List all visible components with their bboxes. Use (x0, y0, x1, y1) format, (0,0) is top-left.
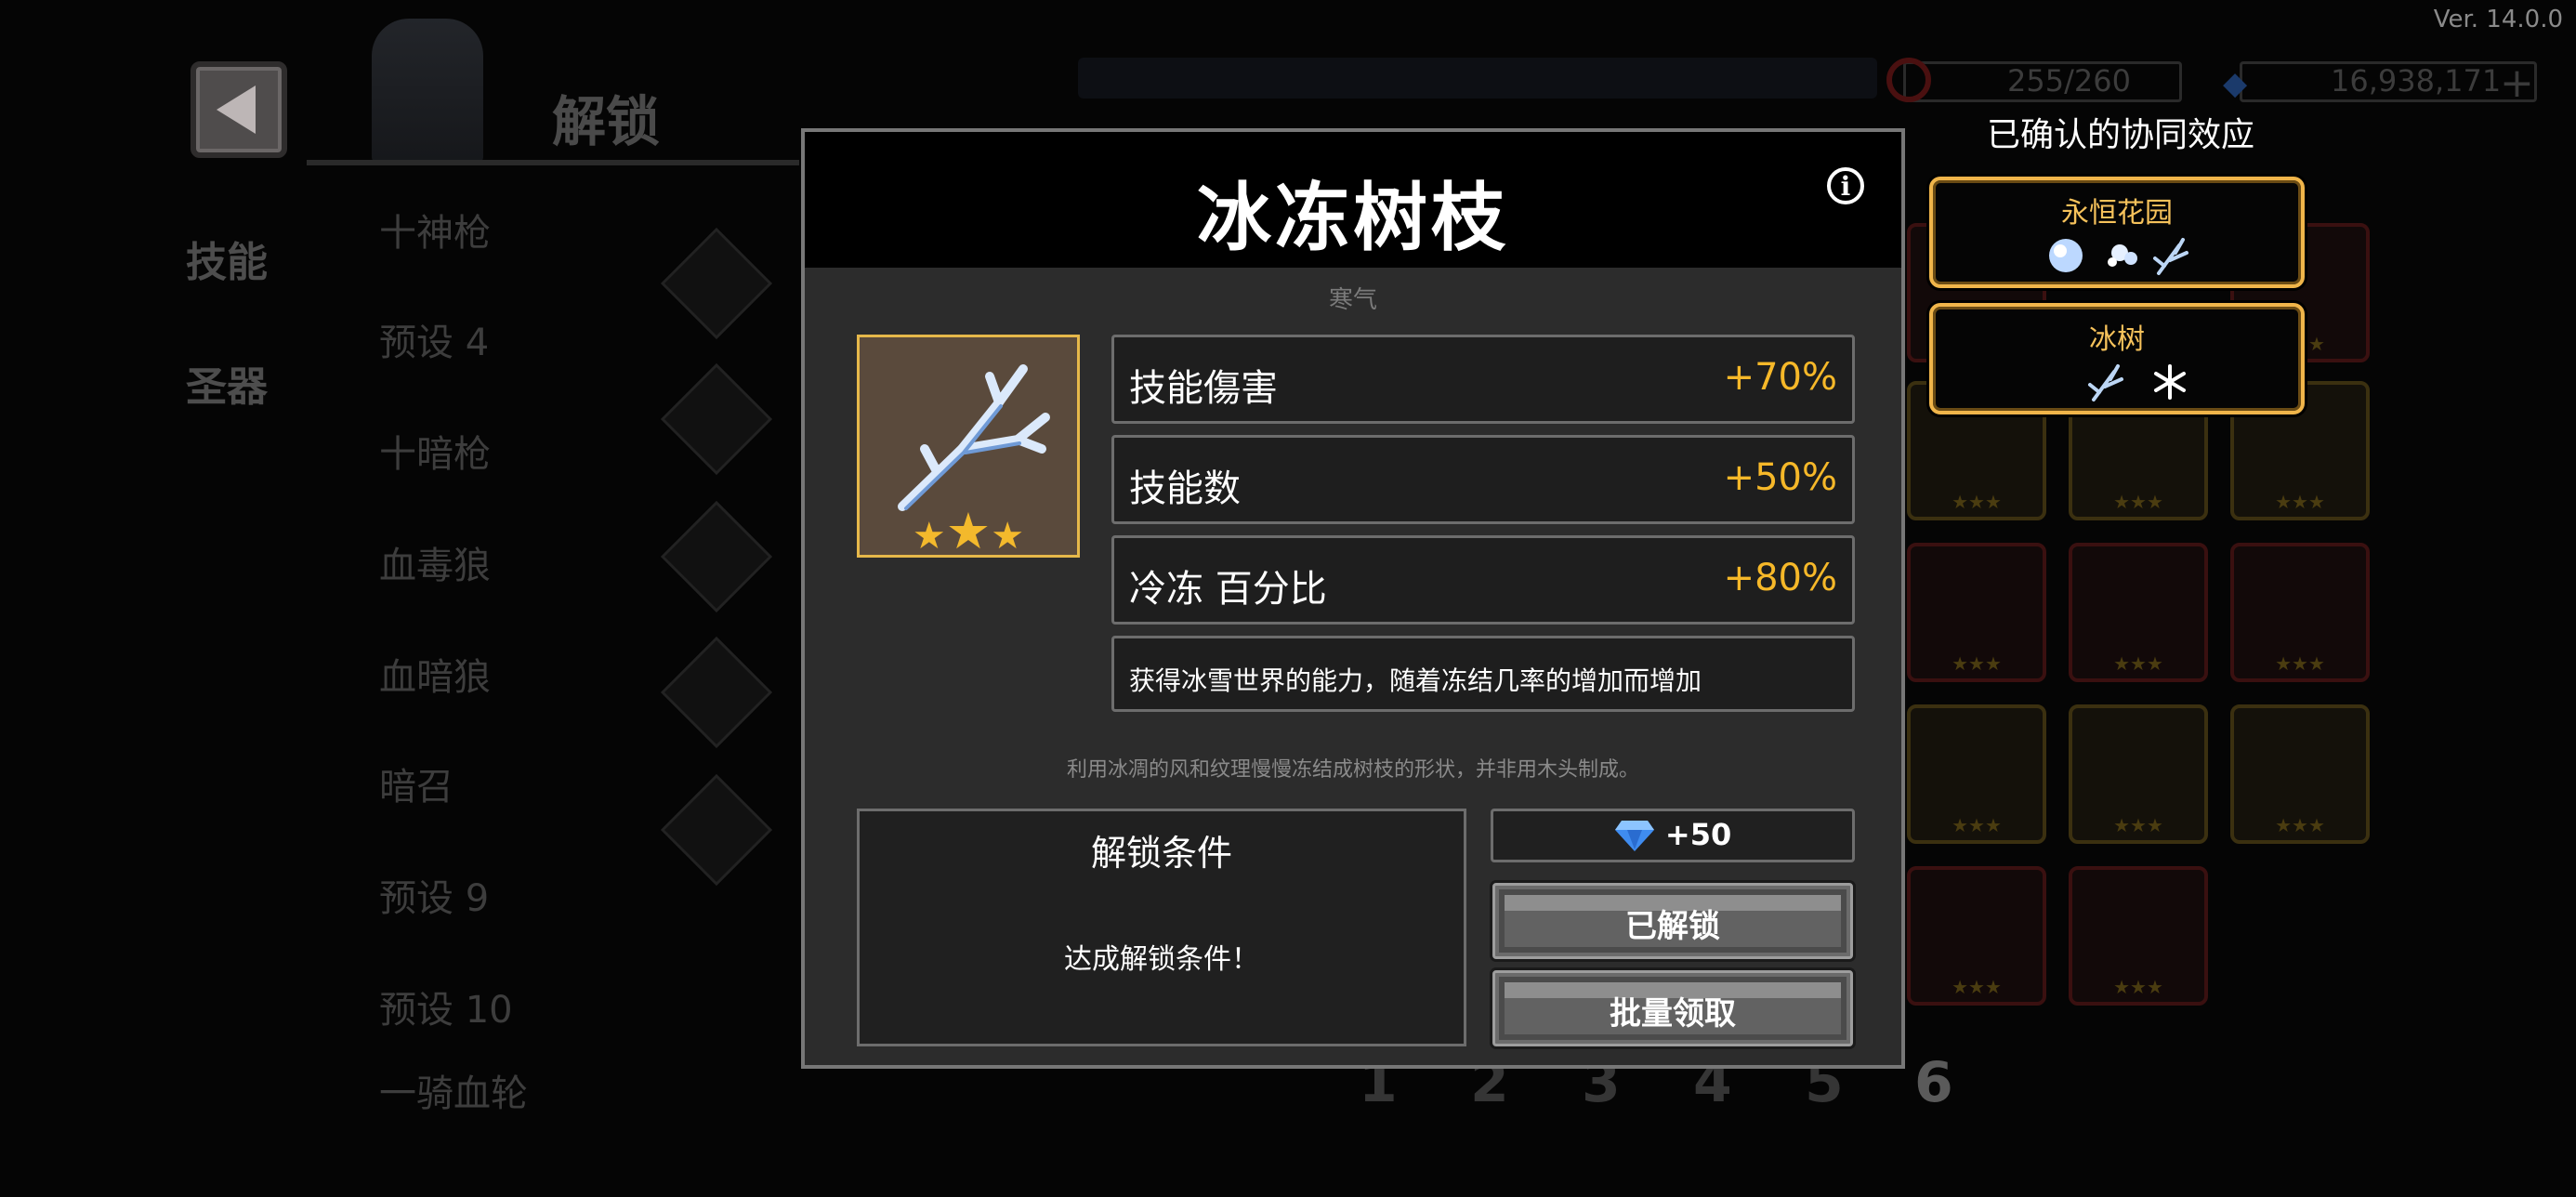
snowflake-icon (2154, 364, 2186, 400)
synergy-name: 冰树 (2089, 323, 2145, 356)
preset-icon (660, 500, 773, 613)
gem-icon (1614, 821, 1654, 851)
back-button[interactable] (191, 61, 287, 158)
stat-value: +80% (1723, 557, 1837, 599)
preset-icon (660, 773, 773, 887)
tab-relics[interactable]: 圣器 (186, 353, 268, 413)
version-label: Ver. 14.0.0 (2433, 6, 2563, 33)
synergy-name: 永恒花园 (2061, 197, 2173, 230)
unlocked-button-label: 已解锁 (1625, 908, 1720, 945)
energy-value: 255/260 (2007, 63, 2131, 99)
stat-value: +50% (1723, 456, 1837, 499)
title-divider (307, 160, 799, 165)
preset-item[interactable]: 一骑血轮 (379, 1063, 528, 1117)
ice-orb-icon (2049, 239, 2083, 272)
back-arrow-icon (217, 86, 256, 134)
modal-header: 冰冻树枝 i (805, 132, 1901, 268)
relic-slot[interactable]: ★★★ (1907, 704, 2046, 844)
item-detail-modal: 冰冻树枝 i 寒气 ★★★ 技能傷害 +70% 技能数 +50% 冷冻 百分比 … (801, 128, 1905, 1069)
stat-name: 技能傷害 (1129, 367, 1278, 410)
item-portrait: ★★★ (857, 335, 1080, 558)
bulk-claim-button[interactable]: 批量领取 (1492, 970, 1853, 1046)
synergy-icons (1933, 232, 2301, 287)
snow-cloud-icon (2108, 244, 2137, 267)
unlocked-button[interactable]: 已解锁 (1492, 883, 1853, 959)
top-resource-bar (1078, 58, 1877, 99)
page-title: 解锁 (552, 90, 661, 153)
relic-slot[interactable]: ★★★ (2069, 704, 2208, 844)
stat-name: 技能数 (1129, 467, 1241, 510)
effect-description-box: 获得冰雪世界的能力，随着冻结几率的增加而增加 (1111, 636, 1855, 712)
relic-slot[interactable]: ★★★ (1907, 866, 2046, 1006)
frozen-branch-icon (2088, 364, 2123, 401)
tab-skills[interactable]: 技能 (186, 229, 268, 288)
preset-item[interactable]: 十暗枪 (379, 424, 491, 478)
synergy-card-eternal-garden[interactable]: 永恒花园 (1929, 177, 2305, 288)
preset-item[interactable]: 十神枪 (379, 203, 491, 256)
page-number-active[interactable]: 6 (1914, 1050, 1953, 1115)
stat-name: 冷冻 百分比 (1129, 568, 1327, 611)
preset-item[interactable]: 预设 9 (379, 868, 489, 922)
frozen-branch-icon (898, 364, 1050, 511)
bulk-claim-button-label: 批量领取 (1610, 995, 1736, 1033)
stat-row-freeze-percent: 冷冻 百分比 +80% (1111, 535, 1855, 625)
reward-amount: +50 (1664, 817, 1732, 852)
flavor-text: 利用冰凋的风和纹理慢慢冻结成树枝的形状，并非用木头制成。 (1066, 758, 1639, 782)
relic-slot[interactable]: ★★★ (2230, 704, 2370, 844)
info-icon[interactable]: i (1827, 167, 1864, 204)
preset-item[interactable]: 预设 10 (379, 980, 513, 1033)
gem-icon: ◆ (2223, 65, 2248, 102)
unlock-condition-title: 解锁条件 (1090, 833, 1232, 874)
preset-icon (660, 227, 773, 340)
item-title: 冰冻树枝 (1197, 175, 1509, 261)
frozen-branch-icon (2153, 238, 2188, 275)
unlock-condition-box: 解锁条件 达成解锁条件！ (857, 809, 1466, 1046)
preset-icon (660, 636, 773, 749)
preset-icon (660, 362, 773, 476)
effect-description: 获得冰雪世界的能力，随着冻结几率的增加而增加 (1129, 665, 1702, 696)
stat-row-skill-damage: 技能傷害 +70% (1111, 335, 1855, 424)
unlock-condition-message: 达成解锁条件！ (1064, 943, 1259, 976)
preset-item[interactable]: 暗召 (379, 756, 453, 810)
no-entry-icon (1886, 58, 1931, 102)
relic-slot[interactable]: ★★★ (2069, 866, 2208, 1006)
relic-slot[interactable]: ★★★ (1907, 543, 2046, 682)
reward-box: +50 (1491, 809, 1855, 862)
preset-item[interactable]: 血毒狼 (379, 535, 491, 589)
synergy-card-ice-tree[interactable]: 冰树 (1929, 303, 2305, 414)
synergy-heading: 已确认的协同效应 (1987, 116, 2255, 154)
gem-count: 16,938,171 (2331, 63, 2502, 99)
relic-slot[interactable]: ★★★ (2230, 543, 2370, 682)
item-category: 寒气 (1328, 286, 1377, 314)
stat-row-skill-count: 技能数 +50% (1111, 435, 1855, 524)
preset-item[interactable]: 预设 4 (379, 312, 489, 366)
add-gems-button[interactable]: + (2500, 59, 2534, 107)
character-portrait (372, 19, 483, 163)
synergy-icons (1933, 359, 2301, 414)
stat-value: +70% (1723, 356, 1837, 399)
relic-slot[interactable]: ★★★ (2069, 543, 2208, 682)
star-rating: ★★★ (912, 502, 1025, 560)
preset-item[interactable]: 血暗狼 (379, 647, 491, 701)
